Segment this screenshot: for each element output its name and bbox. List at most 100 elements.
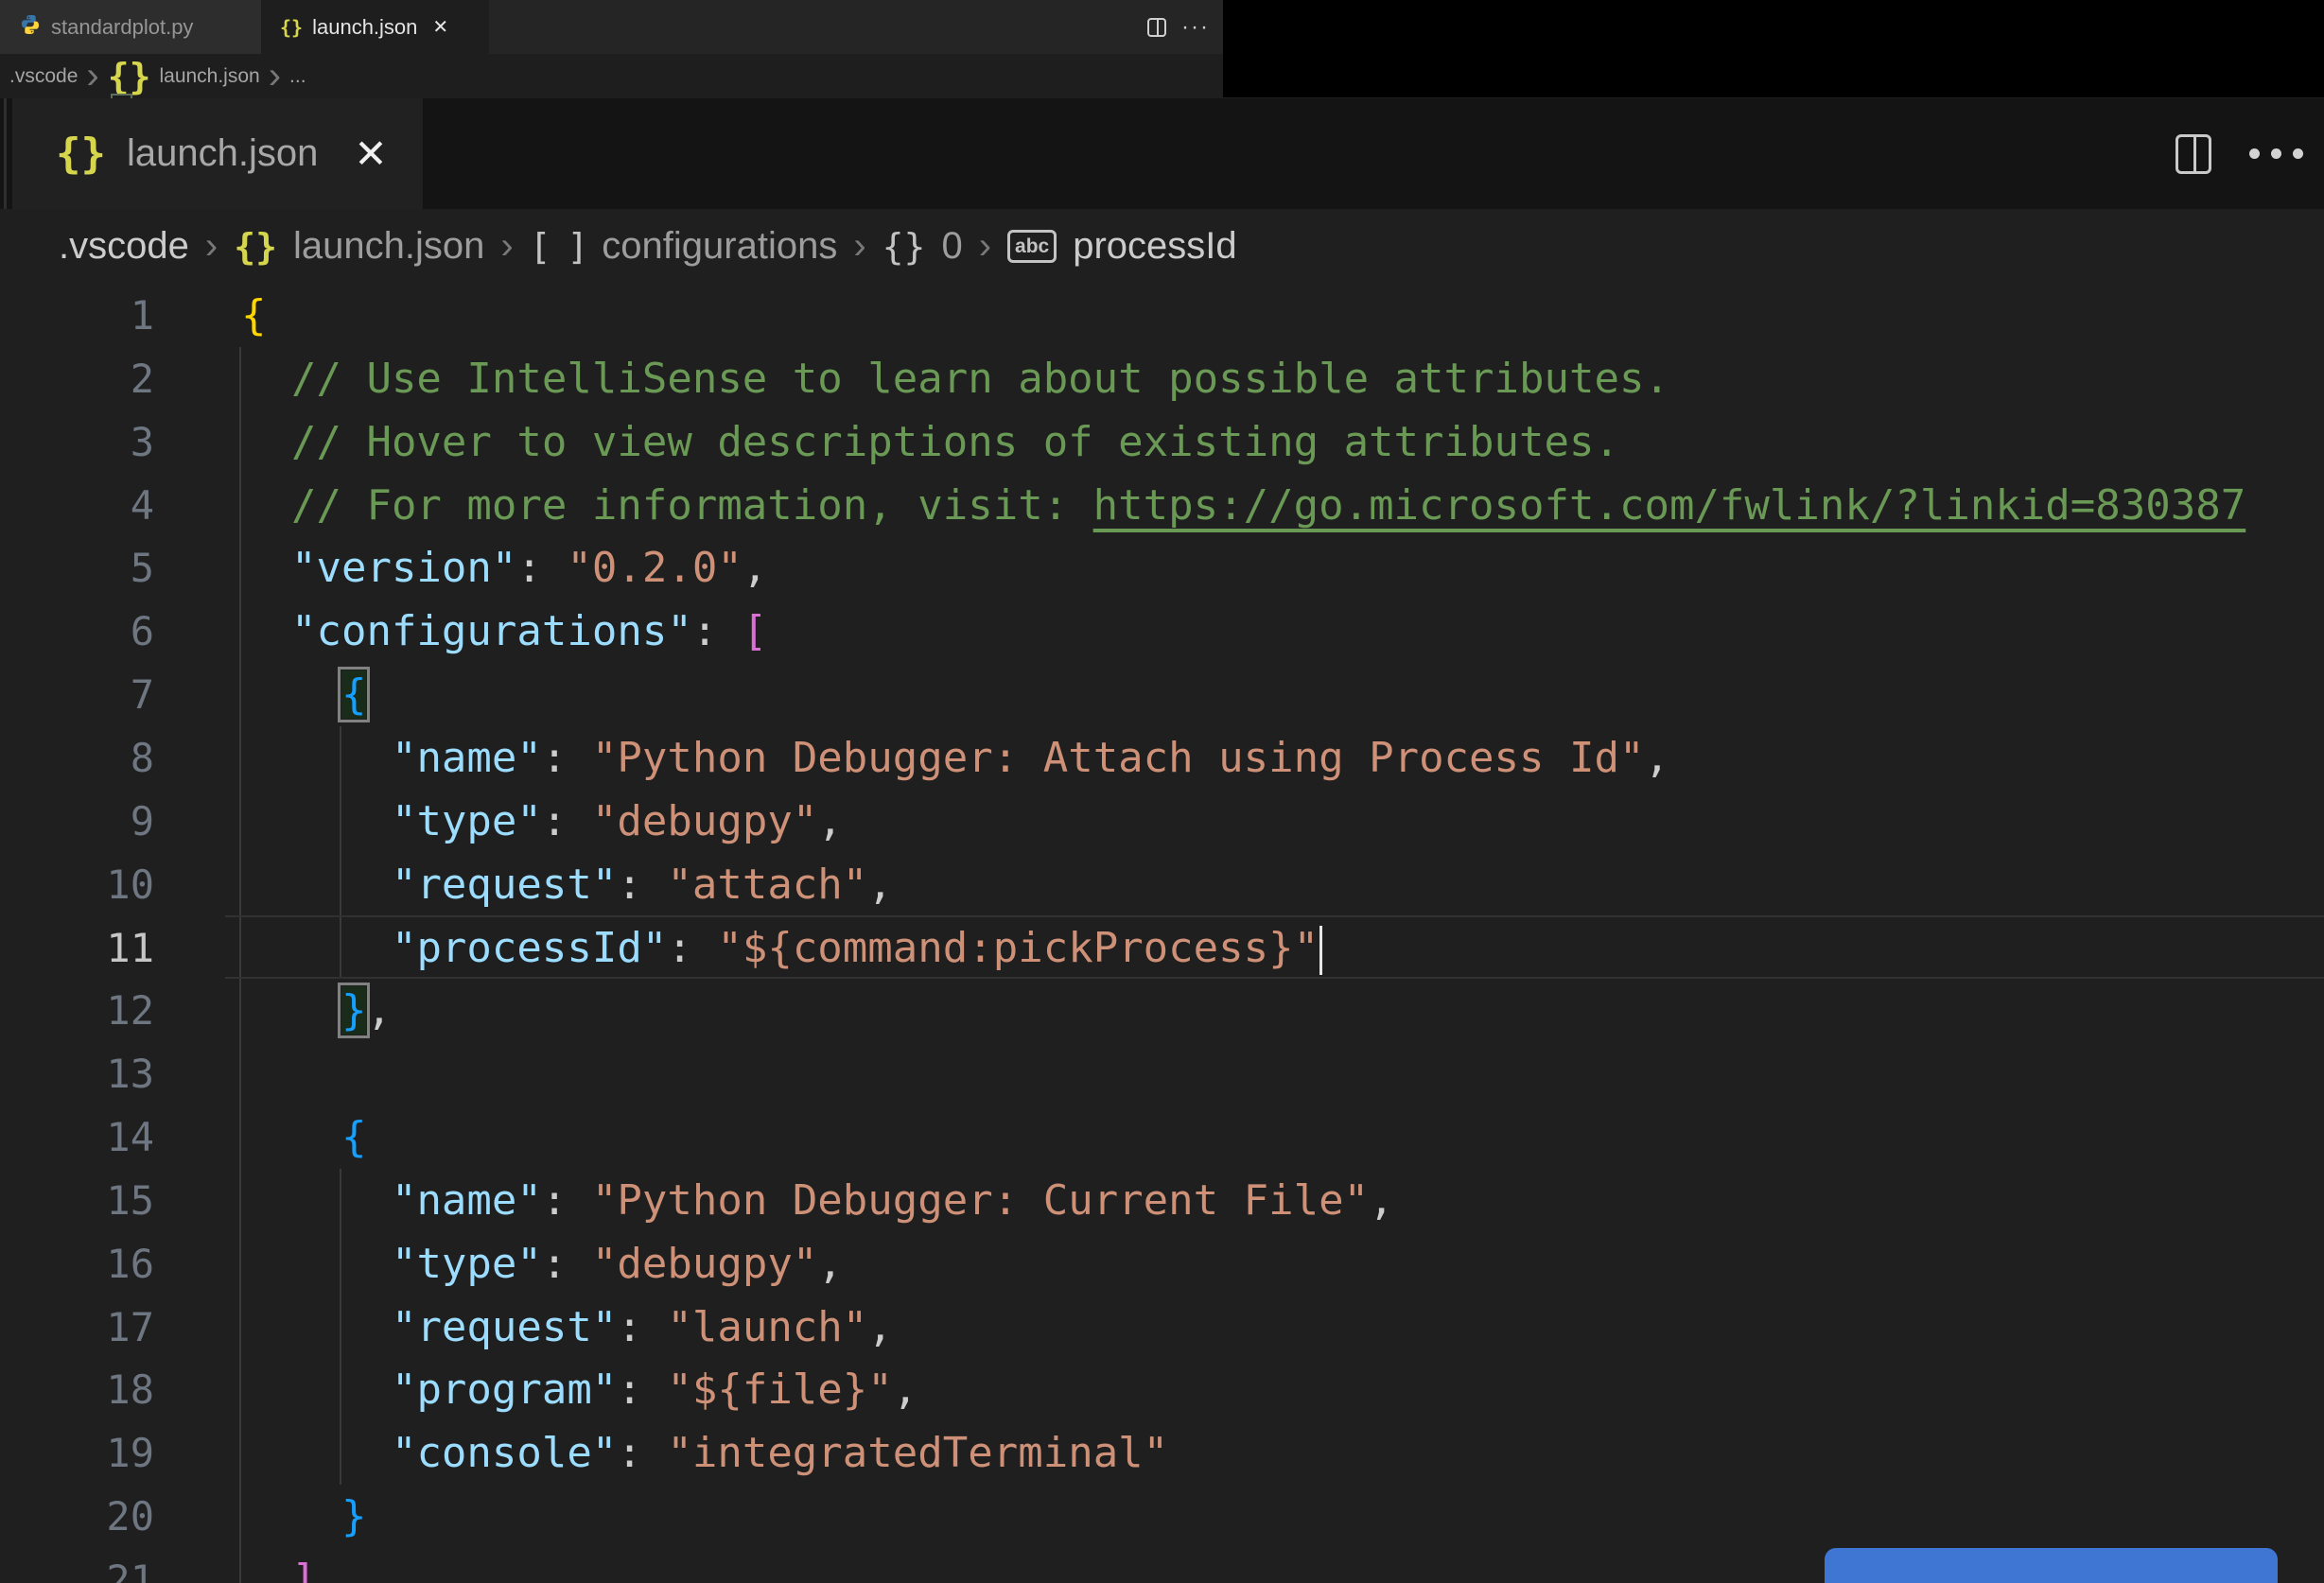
line-content: "name": "Python Debugger: Current File",	[241, 1169, 1394, 1232]
array-symbol-icon[interactable]: [ ]	[530, 226, 589, 268]
token: "processId"	[391, 923, 668, 972]
code-line[interactable]: 18 "program": "${file}",	[0, 1358, 2324, 1421]
python-icon	[19, 13, 42, 42]
breadcrumb-separator-icon: ›	[204, 225, 218, 267]
code-line[interactable]: 7 {	[0, 663, 2324, 726]
code-line[interactable]: 9 "type": "debugpy",	[0, 790, 2324, 853]
breadcrumb-item[interactable]: 0	[941, 225, 962, 268]
token: "attach"	[667, 860, 868, 909]
token: ,	[817, 1239, 843, 1288]
line-number: 11	[106, 924, 154, 971]
code-line[interactable]: 10 "request": "attach",	[0, 853, 2324, 916]
token: // Hover to view descriptions of existin…	[241, 417, 1619, 466]
editor-group-edge	[4, 98, 7, 209]
token: "debugpy"	[591, 796, 818, 845]
token: "name"	[391, 1175, 542, 1225]
object-symbol-icon[interactable]: {}	[882, 226, 926, 268]
breadcrumb-separator-icon: ›	[500, 225, 514, 267]
black-overlay	[1223, 0, 2324, 97]
line-content: // Hover to view descriptions of existin…	[241, 410, 1619, 474]
matched-bracket: {	[338, 667, 371, 723]
code-line[interactable]: 12 },	[0, 979, 2324, 1042]
small-editor-actions: ···	[1147, 0, 1223, 54]
split-editor-icon[interactable]	[2175, 133, 2211, 174]
line-number: 16	[106, 1240, 154, 1287]
token: // Use IntelliSense to learn about possi…	[241, 354, 1669, 403]
line-content: "type": "debugpy",	[241, 790, 843, 853]
token: [	[742, 607, 768, 656]
token: {	[241, 291, 267, 339]
line-number: 9	[130, 797, 154, 844]
token: :	[541, 796, 592, 845]
code-line[interactable]: 15 "name": "Python Debugger: Current Fil…	[0, 1169, 2324, 1232]
json-file-icon[interactable]: {}	[108, 56, 151, 97]
line-number: 15	[106, 1176, 154, 1224]
code-line[interactable]: 8 "name": "Python Debugger: Attach using…	[0, 726, 2324, 790]
code-line[interactable]: 13	[0, 1042, 2324, 1105]
small-breadcrumb[interactable]: .vscode ›{} launch.json ›...	[0, 54, 1223, 98]
token: }	[341, 1492, 367, 1541]
string-symbol-icon[interactable]: abc	[1007, 230, 1057, 263]
tab-label: launch.json	[126, 132, 319, 174]
tab-launch-json[interactable]: {} launch.json ✕	[261, 0, 489, 54]
line-content: // For more information, visit: https://…	[241, 474, 2245, 537]
token: "0.2.0"	[567, 544, 743, 593]
big-editor-actions	[2175, 98, 2303, 209]
token: // For more information, visit:	[241, 480, 1093, 530]
close-icon[interactable]: ✕	[432, 15, 448, 39]
split-editor-icon[interactable]	[1147, 17, 1167, 37]
breadcrumb-item[interactable]: configurations	[602, 225, 837, 268]
line-content: "console": "integratedTerminal"	[241, 1421, 1168, 1485]
breadcrumb-item[interactable]: processId	[1073, 225, 1236, 268]
breadcrumb-item[interactable]: .vscode	[9, 65, 78, 88]
token: "request"	[391, 1302, 618, 1351]
token: "launch"	[667, 1302, 868, 1351]
breadcrumb-item[interactable]: ...	[289, 65, 306, 88]
code-line[interactable]: 19 "console": "integratedTerminal"	[0, 1421, 2324, 1485]
tab-launch-json-large[interactable]: {} launch.json ✕	[12, 98, 423, 209]
token: "Python Debugger: Attach using Process I…	[591, 733, 1645, 782]
vscode-window: standardplot.py {} launch.json ✕ ··· .vs…	[0, 0, 2324, 1583]
breadcrumb-item[interactable]: .vscode	[59, 225, 189, 268]
code-line[interactable]: 3 // Hover to view descriptions of exist…	[0, 410, 2324, 474]
code-editor[interactable]: 1{2 // Use IntelliSense to learn about p…	[0, 284, 2324, 1583]
token: :	[541, 1239, 592, 1288]
token: ,	[1369, 1175, 1394, 1225]
code-line[interactable]: 2 // Use IntelliSense to learn about pos…	[0, 347, 2324, 410]
line-number: 3	[130, 418, 154, 465]
code-line[interactable]: 11 "processId": "${command:pickProcess}"	[0, 916, 2324, 980]
breadcrumb-item[interactable]: launch.json	[293, 225, 484, 268]
big-breadcrumb[interactable]: .vscode › {} launch.json › [ ] configurations ›…	[0, 209, 2324, 284]
line-content: "request": "attach",	[241, 853, 893, 916]
close-icon[interactable]: ✕	[354, 130, 387, 177]
breadcrumb-separator-icon: ›	[978, 225, 992, 267]
tab-standardplot-py[interactable]: standardplot.py	[0, 0, 261, 54]
token: :	[617, 1366, 668, 1415]
token: "${command:pickProcess}"	[717, 923, 1319, 972]
line-number: 7	[130, 671, 154, 719]
json-braces-icon: {}	[56, 130, 106, 178]
code-line[interactable]: 20 }	[0, 1485, 2324, 1548]
line-content: {	[241, 663, 371, 726]
line-number: 2	[130, 355, 154, 402]
more-actions-icon[interactable]: ···	[1181, 15, 1210, 38]
code-line[interactable]: 17 "request": "launch",	[0, 1296, 2324, 1359]
code-line[interactable]: 16 "type": "debugpy",	[0, 1232, 2324, 1296]
code-line[interactable]: 4 // For more information, visit: https:…	[0, 474, 2324, 537]
more-actions-icon[interactable]	[2249, 148, 2303, 159]
breadcrumb-item[interactable]: launch.json	[159, 65, 259, 88]
code-line[interactable]: 1{	[0, 284, 2324, 347]
line-number: 8	[130, 734, 154, 781]
code-line[interactable]: 6 "configurations": [	[0, 600, 2324, 663]
token: "type"	[391, 1239, 542, 1288]
code-line[interactable]: 14 {	[0, 1105, 2324, 1169]
code-line[interactable]: 5 "version": "0.2.0",	[0, 536, 2324, 600]
json-file-icon[interactable]: {}	[234, 226, 277, 268]
matched-bracket: }	[338, 983, 371, 1039]
notification-action-button[interactable]	[1825, 1548, 2278, 1583]
